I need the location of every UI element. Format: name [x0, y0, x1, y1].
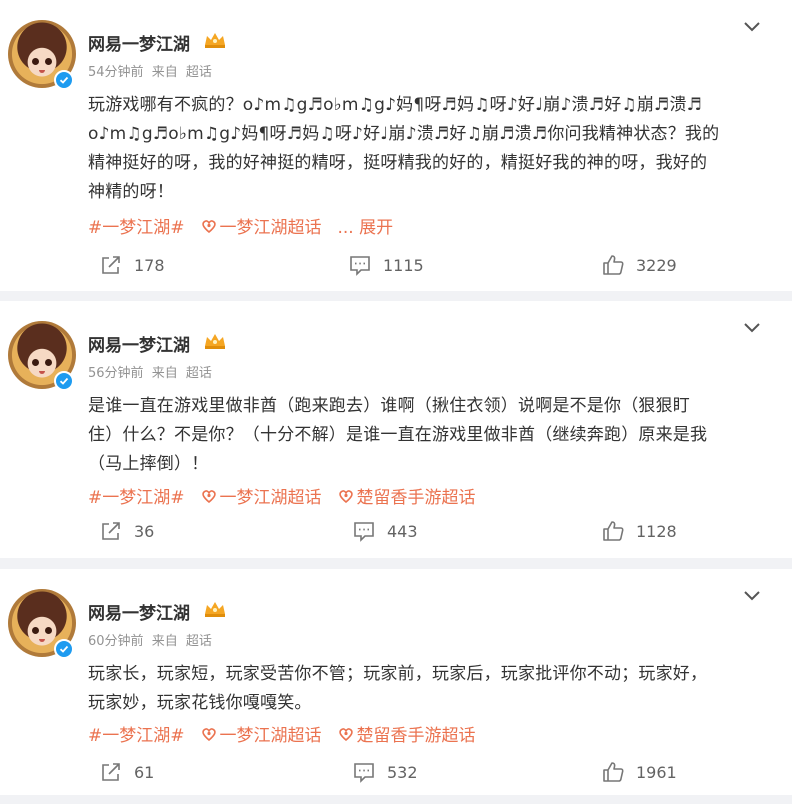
- topic-tag[interactable]: #一梦江湖#: [88, 721, 185, 746]
- expand-link[interactable]: ... 展开: [338, 213, 394, 238]
- post-source[interactable]: 超话: [186, 65, 212, 80]
- author-name[interactable]: 网易一梦江湖: [88, 30, 190, 55]
- post-source[interactable]: 超话: [186, 634, 212, 649]
- author-name[interactable]: 网易一梦江湖: [88, 599, 190, 624]
- like-count: 1128: [636, 521, 677, 541]
- from-label: 来自: [151, 65, 178, 80]
- like-icon: [603, 255, 624, 275]
- verified-badge-icon: [54, 639, 74, 659]
- repost-count: 178: [134, 255, 165, 275]
- post-meta: 60分钟前 来自 超话: [88, 630, 216, 649]
- like-button[interactable]: 3229: [602, 254, 677, 276]
- repost-count: 36: [134, 521, 155, 541]
- comment-count: 1115: [383, 255, 424, 275]
- repost-button[interactable]: 178: [100, 254, 165, 276]
- topic-tag[interactable]: #一梦江湖#: [88, 213, 185, 238]
- comment-count: 443: [387, 521, 418, 541]
- repost-button[interactable]: 61: [100, 761, 154, 783]
- super-topic-link[interactable]: 一梦江湖超话: [201, 213, 322, 238]
- post-source[interactable]: 超话: [186, 366, 212, 381]
- repost-icon: [102, 763, 120, 781]
- post-text-line: 玩家长，玩家短，玩家受苦你不管；玩家前，玩家后，玩家批评你不动；玩家好，: [88, 664, 708, 684]
- post-text: 玩游戏哪有不疯的？o♪m♫g♬o♭m♫g♪妈¶呀♬妈♫呀♪好♩崩♪溃♬好♫崩♬溃…: [88, 91, 768, 207]
- comment-button[interactable]: 443: [353, 520, 418, 542]
- post-time[interactable]: 56分钟前: [88, 366, 144, 381]
- super-topic-label: 楚留香手游超话: [356, 488, 476, 508]
- super-topic-icon: [338, 727, 353, 741]
- like-button[interactable]: 1961: [602, 761, 677, 783]
- repost-icon: [102, 256, 120, 274]
- chevron-down-icon[interactable]: [742, 20, 762, 34]
- repost-icon: [102, 522, 120, 540]
- like-icon: [603, 762, 624, 782]
- super-topic-link[interactable]: 一梦江湖超话: [201, 483, 322, 508]
- post-text: 玩家长，玩家短，玩家受苦你不管；玩家前，玩家后，玩家批评你不动；玩家好， 玩家妙…: [88, 660, 768, 718]
- comment-button[interactable]: 532: [353, 761, 418, 783]
- post-text: 是谁一直在游戏里做非酋（跑来跑去）谁啊（揪住衣领）说啊是不是你（狠狠盯 住）什么…: [88, 392, 768, 479]
- post-time[interactable]: 54分钟前: [88, 65, 144, 80]
- post-text-line: 玩游戏哪有不疯的？o♪m♫g♬o♭m♫g♪妈¶呀♬妈♫呀♪好♩崩♪溃♬好♫崩♬溃…: [88, 95, 703, 115]
- like-count: 1961: [636, 762, 677, 782]
- super-topic-label: 一梦江湖超话: [219, 218, 322, 238]
- like-button[interactable]: 1128: [602, 520, 677, 542]
- action-bar: 36 443 1128: [0, 520, 792, 544]
- like-count: 3229: [636, 255, 677, 275]
- chevron-down-icon[interactable]: [742, 321, 762, 335]
- crown-badge-icon: [205, 602, 225, 617]
- crown-badge-icon: [205, 334, 225, 349]
- post-tags: #一梦江湖# 一梦江湖超话 ... 展开: [88, 213, 393, 238]
- post-time[interactable]: 60分钟前: [88, 634, 144, 649]
- comment-count: 532: [387, 762, 418, 782]
- post-tags: #一梦江湖# 一梦江湖超话 楚留香手游超话: [88, 721, 476, 746]
- topic-tag[interactable]: #一梦江湖#: [88, 483, 185, 508]
- super-topic-icon: [201, 727, 216, 741]
- comment-button[interactable]: 1115: [349, 254, 424, 276]
- super-topic-label: 楚留香手游超话: [356, 726, 476, 746]
- author-name[interactable]: 网易一梦江湖: [88, 331, 190, 356]
- chevron-down-icon[interactable]: [742, 589, 762, 603]
- verified-badge-icon: [54, 371, 74, 391]
- like-icon: [603, 521, 624, 541]
- super-topic-label: 一梦江湖超话: [219, 726, 322, 746]
- super-topic-link[interactable]: 一梦江湖超话: [201, 721, 322, 746]
- post-card: 网易一梦江湖 60分钟前 来自 超话 玩家长，玩家短，玩家受苦你不管；玩家前，玩…: [0, 569, 792, 795]
- post-card: 网易一梦江湖 56分钟前 来自 超话 是谁一直在游戏里做非酋（跑来跑去）谁啊（揪…: [0, 301, 792, 558]
- from-label: 来自: [151, 366, 178, 381]
- super-topic-icon: [201, 219, 216, 233]
- super-topic-label: 一梦江湖超话: [219, 488, 322, 508]
- crown-badge-icon: [205, 33, 225, 48]
- post-tags: #一梦江湖# 一梦江湖超话 楚留香手游超话: [88, 483, 476, 508]
- super-topic-icon: [338, 489, 353, 503]
- post-text-line: （马上摔倒）！: [88, 454, 209, 474]
- post-text-line: 是谁一直在游戏里做非酋（跑来跑去）谁啊（揪住衣领）说啊是不是你（狠狠盯: [88, 396, 690, 416]
- comment-icon: [354, 522, 374, 542]
- post-text-line: o♪m♫g♬o♭m♫g♪妈¶呀♬妈♫呀♪好♩崩♪溃♬好♫崩♬溃♬你问我精神状态？…: [88, 124, 720, 144]
- post-meta: 56分钟前 来自 超话: [88, 362, 216, 381]
- post-card: 网易一梦江湖 54分钟前 来自 超话 玩游戏哪有不疯的？o♪m♫g♬o♭m♫g♪…: [0, 0, 792, 291]
- post-meta: 54分钟前 来自 超话: [88, 61, 216, 80]
- repost-button[interactable]: 36: [100, 520, 154, 542]
- super-topic-link[interactable]: 楚留香手游超话: [338, 483, 476, 508]
- post-text-line: 精神挺好的呀，我的好神挺的精呀，挺呀精我的好的，精挺好我的神的呀，我好的: [88, 153, 708, 173]
- action-bar: 61 532 1961: [0, 761, 792, 785]
- post-text-line: 住）什么？不是你？（十分不解）是谁一直在游戏里做非酋（继续奔跑）原来是我: [88, 425, 708, 445]
- super-topic-link[interactable]: 楚留香手游超话: [338, 721, 476, 746]
- action-bar: 178 1115 3229: [0, 254, 792, 278]
- post-text-line: 神精的呀！: [88, 182, 174, 202]
- post-text-line: 玩家妙，玩家花钱你嘎嘎笑。: [88, 693, 312, 713]
- verified-badge-icon: [54, 70, 74, 90]
- comment-icon: [350, 256, 370, 276]
- repost-count: 61: [134, 762, 155, 782]
- feed-separator: [0, 795, 792, 804]
- from-label: 来自: [151, 634, 178, 649]
- comment-icon: [354, 763, 374, 783]
- super-topic-icon: [201, 489, 216, 503]
